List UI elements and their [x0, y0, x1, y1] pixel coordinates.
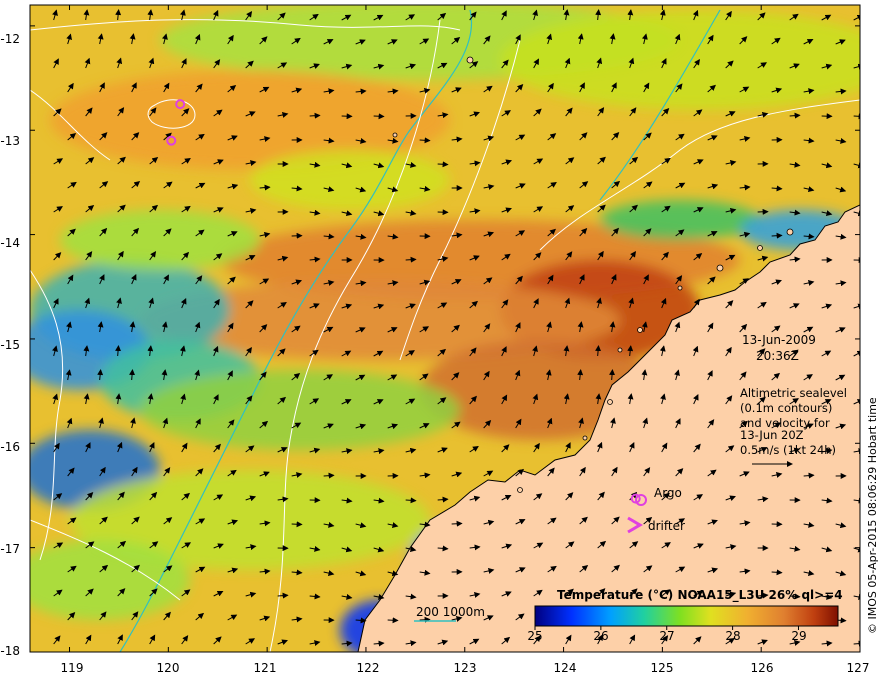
colorbar-tick-label: 29: [791, 629, 807, 643]
colorbar-tick-label: 28: [725, 629, 741, 643]
lat-label: -16: [0, 440, 20, 454]
info-line: (0.1m contours): [740, 401, 833, 415]
lat-label: -14: [0, 236, 20, 250]
depth-legend-label: 200 1000m: [416, 605, 485, 619]
lat-label: -12: [0, 32, 20, 46]
lon-label: 120: [156, 661, 180, 675]
lat-label: -15: [0, 338, 20, 352]
lon-label: 127: [846, 661, 870, 675]
credit-text: © IMOS 05-Apr-2015 08:06:29 Hobart time: [866, 397, 879, 634]
lat-label: -17: [0, 542, 20, 556]
lat-label: -18: [0, 644, 20, 658]
colorbar: [534, 605, 839, 627]
lon-label: 119: [60, 661, 84, 675]
lon-label: 121: [253, 661, 277, 675]
info-line: Altimetric sealevel: [740, 386, 847, 400]
lon-label: 122: [356, 661, 380, 675]
colorbar-tick-label: 26: [593, 629, 609, 643]
info-line: 13-Jun 20Z: [740, 428, 804, 442]
lon-label: 123: [453, 661, 477, 675]
map-time: 20:36Z: [756, 349, 799, 363]
argo-legend-label: Argo: [654, 486, 682, 500]
info-line: 0.5m/s (1kt 24h): [740, 443, 837, 457]
lon-label: 124: [553, 661, 577, 675]
drifter-legend-label: drifter: [648, 519, 685, 533]
lon-label: 125: [650, 661, 674, 675]
lon-label: 126: [750, 661, 774, 675]
colorbar-title: Temperature (°C) NOAA15_L3U 26% ql>=4: [557, 588, 843, 602]
colorbar-tick-label: 25: [527, 629, 543, 643]
lat-label: -13: [0, 134, 20, 148]
colorbar-tick-label: 27: [659, 629, 675, 643]
map-date: 13-Jun-2009: [742, 333, 816, 347]
